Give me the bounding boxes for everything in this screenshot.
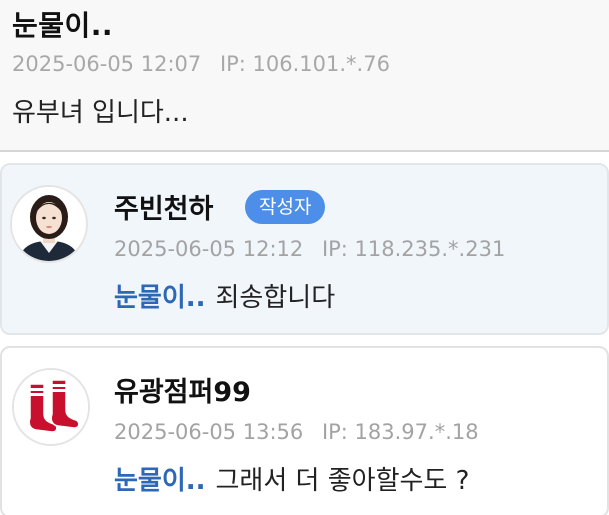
avatar[interactable]: [10, 185, 88, 263]
comment-item: 눈물이.. 2025-06-05 12:07 IP: 106.101.*.76 …: [0, 0, 609, 152]
comment-ip: IP: 106.101.*.76: [219, 52, 390, 76]
profile-photo-woman-icon: [12, 187, 86, 261]
comment-date: 2025-06-05 13:56: [114, 420, 304, 444]
comment-meta: 2025-06-05 12:12 IP: 118.235.*.231: [114, 237, 505, 261]
comment-text: 눈물이.. 죄송합니다: [114, 277, 335, 314]
comment-item-author-reply: 주빈천하 작성자 2025-06-05 12:12 IP: 118.235.*.…: [0, 163, 609, 335]
reply-body: 죄송합니다: [215, 283, 336, 313]
comment-author[interactable]: 눈물이..: [12, 4, 113, 44]
author-badge: 작성자: [245, 190, 326, 224]
comment-meta: 2025-06-05 13:56 IP: 183.97.*.18: [114, 420, 479, 444]
avatar[interactable]: [12, 368, 90, 446]
mention-link[interactable]: 눈물이..: [114, 466, 206, 496]
comment-item: 유광점퍼99 2025-06-05 13:56 IP: 183.97.*.18 …: [0, 346, 609, 515]
comment-author[interactable]: 주빈천하: [114, 187, 213, 226]
red-sox-logo-icon: [14, 370, 88, 444]
comment-ip: IP: 183.97.*.18: [321, 420, 479, 444]
comment-text: 유부녀 입니다...: [12, 98, 189, 128]
comment-author[interactable]: 유광점퍼99: [114, 370, 251, 409]
comment-list: 눈물이.. 2025-06-05 12:07 IP: 106.101.*.76 …: [0, 0, 609, 515]
comment-date: 2025-06-05 12:12: [114, 237, 304, 261]
comment-date: 2025-06-05 12:07: [12, 52, 202, 76]
reply-body: 그래서 더 좋아할수도 ?: [215, 466, 470, 496]
comment-ip: IP: 118.235.*.231: [321, 237, 506, 261]
comment-text: 눈물이.. 그래서 더 좋아할수도 ?: [114, 460, 469, 497]
comment-meta: 2025-06-05 12:07 IP: 106.101.*.76: [12, 52, 390, 76]
mention-link[interactable]: 눈물이..: [114, 283, 206, 313]
